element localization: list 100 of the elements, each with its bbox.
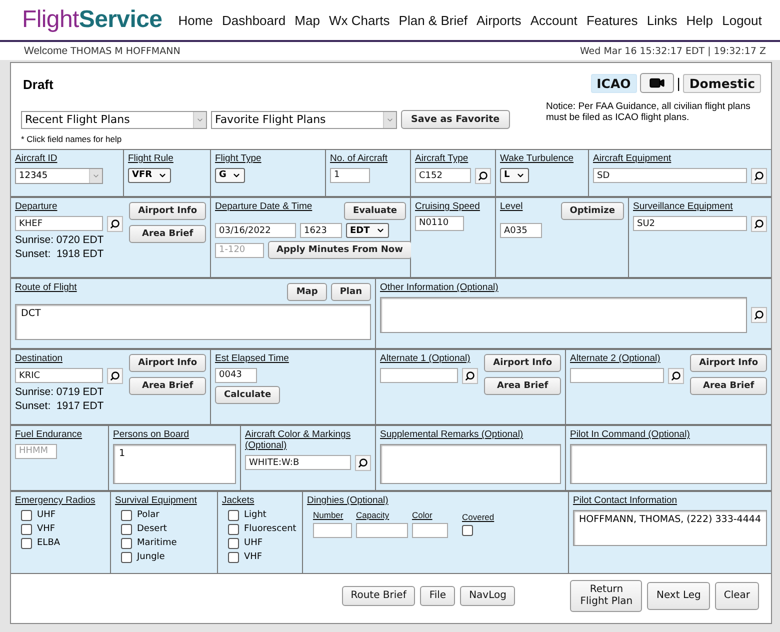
dropdown[interactable]: EDT [346,223,389,238]
field-label[interactable]: Departure Date & Time [215,202,312,213]
field-label[interactable]: Flight Rule [128,154,174,165]
text-field[interactable]: 1 [330,168,370,183]
text-field[interactable] [570,368,664,384]
field-label[interactable]: Level [500,202,523,213]
field-label[interactable]: Pilot Contact Information [573,496,678,507]
favorite-plans-dropdown[interactable]: Favorite Flight Plans [211,110,397,128]
text-field[interactable]: 03/16/2022 [215,223,296,238]
text-field[interactable]: 1623 [300,223,342,238]
recent-plans-dropdown[interactable]: Recent Flight Plans [21,110,207,128]
footer-button[interactable]: File [420,586,456,606]
nav-link[interactable]: Logout [722,12,762,28]
text-field[interactable]: A035 [500,223,542,238]
field-label[interactable]: Route of Flight [15,283,77,294]
field-label[interactable]: Destination [15,354,63,365]
field-label[interactable]: Aircraft Color & Markings (Optional) [245,430,371,452]
nav-link[interactable]: Account [530,12,578,28]
action-button[interactable]: Map [287,283,327,301]
checkbox[interactable]: UHF [228,538,263,549]
field-label[interactable]: Alternate 2 (Optional) [570,354,660,365]
nav-link[interactable]: Map [294,12,320,28]
field-label[interactable]: Alternate 1 (Optional) [380,354,470,365]
nav-link[interactable]: Wx Charts [329,12,390,28]
action-button[interactable]: Plan [330,283,371,301]
field-label[interactable]: Aircraft Type [415,154,468,165]
checkbox[interactable]: VHF [228,552,262,563]
checkbox[interactable]: VHF [21,524,56,535]
field-label[interactable]: Wake Turbulence [500,154,574,165]
action-button[interactable]: Optimize [560,202,624,220]
text-field[interactable] [412,522,448,538]
dropdown[interactable]: VFR [128,168,172,183]
field-label[interactable]: Surveillance Equipment [633,202,733,213]
field-label[interactable]: Supplemental Remarks (Optional) [380,430,524,441]
nav-link[interactable]: Dashboard [222,12,286,28]
text-area[interactable]: DCT [15,304,371,340]
text-field[interactable] [313,522,352,538]
nav-link[interactable]: Features [586,12,638,28]
checkbox[interactable]: Polar [121,510,160,521]
footer-button[interactable]: Return Flight Plan [570,580,642,612]
text-field[interactable]: KHEF [15,216,104,232]
checkbox[interactable]: Light [228,510,266,521]
field-label[interactable]: Pilot In Command (Optional) [570,430,690,441]
checkbox[interactable]: ELBA [21,538,60,549]
nav-link[interactable]: Links [646,12,678,28]
text-area[interactable]: HOFFMANN, THOMAS, (222) 333-4444 [573,510,767,546]
field-label[interactable]: Color [412,510,448,520]
checkbox[interactable]: UHF [21,510,56,521]
text-field[interactable]: KRIC [15,368,104,384]
action-button[interactable]: Evaluate [344,202,406,220]
text-area[interactable] [570,444,767,484]
format-toggle[interactable]: Domestic [683,74,761,92]
video-button[interactable] [640,73,674,93]
text-field[interactable]: HHMM [15,444,57,459]
text-field[interactable] [356,522,408,538]
field-label[interactable]: Dinghies (Optional) [307,496,388,507]
format-toggle[interactable]: ICAO [590,74,637,92]
field-label[interactable]: Capacity [356,510,408,520]
checkbox[interactable]: Fluorescent [228,524,296,535]
dropdown[interactable]: G [215,168,246,183]
combo-field[interactable]: 12345 [15,168,103,184]
text-field[interactable]: N0110 [415,216,464,231]
field-label[interactable]: No. of Aircraft [330,154,388,165]
text-field[interactable]: SD [593,168,747,184]
field-label[interactable]: Jackets [222,496,254,507]
action-button[interactable]: Area Brief [484,377,561,395]
footer-button[interactable]: Route Brief [342,586,416,606]
checkbox[interactable]: Jungle [121,552,165,563]
field-label[interactable]: Aircraft Equipment [593,154,672,165]
text-area[interactable]: 1 [113,444,236,484]
action-button[interactable]: Airport Info [129,202,206,220]
nav-link[interactable]: Home [178,12,213,28]
field-label[interactable]: Other Information (Optional) [380,283,498,294]
text-field[interactable] [380,368,458,384]
text-field[interactable]: 0043 [215,368,257,383]
checkbox[interactable] [462,524,473,536]
checkbox[interactable]: Maritime [121,538,177,549]
field-label[interactable]: Persons on Board [113,430,190,441]
field-label[interactable]: Departure [15,202,58,213]
field-label[interactable]: Fuel Endurance [15,430,82,441]
footer-button[interactable]: Next Leg [647,582,710,610]
field-label[interactable]: Aircraft ID [15,154,58,165]
nav-link[interactable]: Plan & Brief [398,12,468,28]
search-button[interactable] [107,216,124,232]
search-button[interactable] [751,216,767,232]
search-button[interactable] [107,368,124,384]
action-button[interactable]: Airport Info [690,354,767,372]
checkbox[interactable]: Desert [121,524,167,535]
field-label[interactable]: Emergency Radios [15,496,96,507]
footer-button[interactable]: NavLog [460,586,516,606]
search-button[interactable] [751,168,767,184]
text-field[interactable]: 1-120 [215,242,264,258]
action-button[interactable]: Airport Info [129,354,206,372]
text-area[interactable] [380,444,561,484]
footer-button[interactable]: Clear [714,582,759,610]
action-button[interactable]: Area Brief [129,225,206,243]
field-label[interactable]: Covered [462,512,494,522]
logo[interactable]: FlightService [22,6,162,34]
nav-link[interactable]: Help [686,12,714,28]
action-button[interactable]: Calculate [215,386,280,404]
